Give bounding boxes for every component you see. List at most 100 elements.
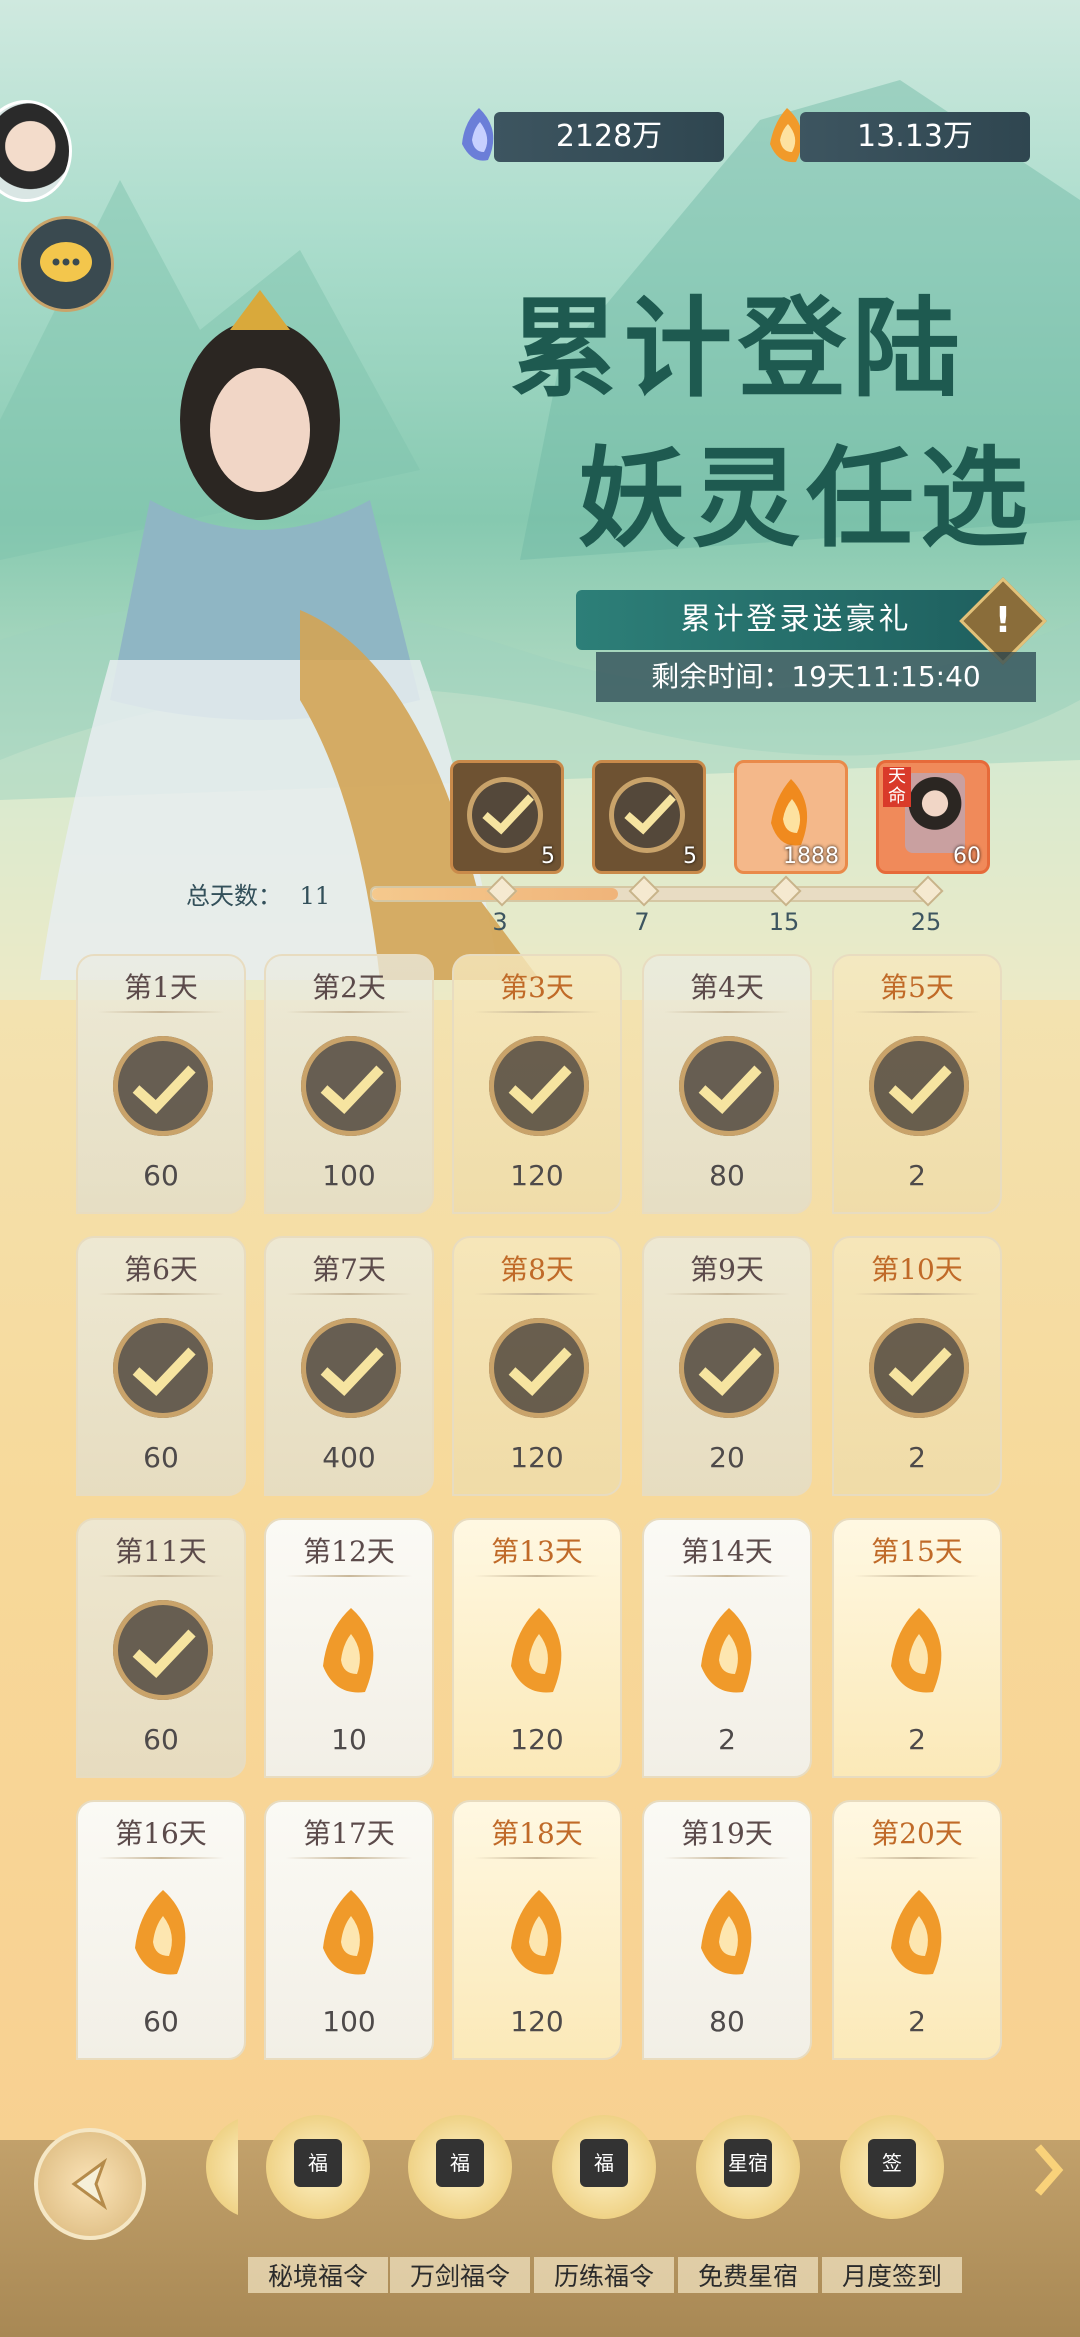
milestone-reward-1[interactable]: 5 — [450, 760, 564, 874]
day-label: 第17天 — [303, 1817, 395, 1850]
day-reward-card[interactable]: 第12天 10 — [264, 1518, 434, 1778]
day-reward-card[interactable]: 第17天 100 — [264, 1800, 434, 2060]
day-reward-card[interactable]: 第2天 100 — [264, 954, 434, 1214]
day-label: 第7天 — [312, 1253, 386, 1286]
tab-label: 万剑福令 — [390, 2257, 530, 2293]
day-reward-card[interactable]: 第1天 60 — [76, 954, 246, 1214]
day-reward-card[interactable]: 第9天 20 — [642, 1236, 812, 1496]
divider — [664, 1011, 790, 1013]
day-reward-card[interactable]: 第5天 2 — [832, 954, 1002, 1214]
tab-1[interactable]: 福秘境福令 — [248, 2095, 388, 2293]
day-label: 第10天 — [871, 1253, 963, 1286]
day-reward-card[interactable]: 第20天 2 — [832, 1800, 1002, 2060]
day-reward-card[interactable]: 第10天 2 — [832, 1236, 1002, 1496]
chat-bubble-icon — [40, 242, 92, 282]
banner-label: 累计登录送豪礼 — [680, 602, 912, 637]
reward-amount: 80 — [709, 1159, 745, 1192]
jade-amount: 2128万 — [555, 119, 663, 154]
day-reward-card[interactable]: 第4天 80 — [642, 954, 812, 1214]
checkmark-icon — [888, 1347, 952, 1396]
checkmark-icon — [320, 1065, 384, 1114]
tab-3[interactable]: 福历练福令 — [534, 2095, 674, 2293]
day-label: 第4天 — [690, 971, 764, 1004]
reward-item-icon — [511, 1890, 562, 1975]
tab-badge: 星宿 — [724, 2139, 772, 2187]
checkmark-icon — [698, 1347, 762, 1396]
day-reward-card[interactable]: 第14天 2 — [642, 1518, 812, 1778]
reward-amount: 20 — [709, 1441, 745, 1474]
milestone-count: 60 — [953, 844, 981, 869]
chevron-right-icon — [1034, 2144, 1064, 2196]
reward-amount: 2 — [908, 1441, 926, 1474]
tick-label: 7 — [634, 908, 650, 936]
checkmark-icon — [508, 1065, 572, 1114]
day-label: 第1天 — [124, 971, 198, 1004]
checkmark-icon — [132, 1347, 196, 1396]
reward-amount: 100 — [322, 2005, 376, 2038]
reward-amount: 60 — [143, 1723, 179, 1756]
day-reward-card[interactable]: 第19天 80 — [642, 1800, 812, 2060]
day-label: 第20天 — [871, 1817, 963, 1850]
divider — [98, 1857, 224, 1859]
divider — [98, 1011, 224, 1013]
tab-4[interactable]: 星宿 免费星宿 — [678, 2095, 818, 2293]
divider — [98, 1293, 224, 1295]
tab-badge: 福 — [580, 2139, 628, 2187]
checkmark-icon — [320, 1347, 384, 1396]
flame-currency-icon — [771, 779, 808, 846]
checkmark-icon — [508, 1347, 572, 1396]
timer-value: 19天11:15:40 — [791, 660, 981, 693]
checkmark-icon — [888, 1065, 952, 1114]
milestone-count: 5 — [541, 844, 555, 869]
day-reward-card[interactable]: 第11天 60 — [76, 1518, 246, 1778]
tab-0[interactable]: 令 — [198, 2095, 238, 2255]
day-label: 第13天 — [491, 1535, 583, 1568]
reward-item-icon — [511, 1608, 562, 1693]
day-reward-card[interactable]: 第8天 120 — [452, 1236, 622, 1496]
reward-amount: 120 — [510, 1159, 564, 1192]
reward-amount: 60 — [143, 1159, 179, 1192]
milestone-reward-2[interactable]: 5 — [592, 760, 706, 874]
day-label: 第18天 — [491, 1817, 583, 1850]
flame-currency-display: 13.13万 — [800, 112, 1030, 162]
day-reward-card[interactable]: 第7天 400 — [264, 1236, 434, 1496]
reward-amount: 2 — [908, 1723, 926, 1756]
day-reward-card[interactable]: 第18天 120 — [452, 1800, 622, 2060]
milestone-reward-3[interactable]: 1888 — [734, 760, 848, 874]
day-reward-card[interactable]: 第6天 60 — [76, 1236, 246, 1496]
day-label: 第16天 — [115, 1817, 207, 1850]
tab-5[interactable]: 签月度签到 — [822, 2095, 962, 2293]
reward-item-icon — [323, 1608, 374, 1693]
reward-item-icon — [135, 1890, 186, 1975]
day-label: 第3天 — [500, 971, 574, 1004]
reward-item-icon — [701, 1608, 752, 1693]
reward-amount: 10 — [331, 1723, 367, 1756]
reward-item-icon — [891, 1608, 942, 1693]
timer-label: 剩余时间： — [651, 660, 792, 693]
divider — [664, 1857, 790, 1859]
tab-2[interactable]: 福万剑福令 — [390, 2095, 530, 2293]
day-reward-card[interactable]: 第16天 60 — [76, 1800, 246, 2060]
day-label: 第9天 — [690, 1253, 764, 1286]
day-reward-card[interactable]: 第15天 2 — [832, 1518, 1002, 1778]
reward-item-icon — [701, 1890, 752, 1975]
tick-label: 15 — [768, 908, 800, 936]
remaining-time: 剩余时间：19天11:15:40 — [596, 652, 1036, 702]
reward-amount: 80 — [709, 2005, 745, 2038]
checkmark-icon — [132, 1065, 196, 1114]
day-label: 第6天 — [124, 1253, 198, 1286]
scroll-right-arrow[interactable] — [1028, 2135, 1068, 2205]
reward-item-icon — [891, 1890, 942, 1975]
chat-button[interactable] — [18, 216, 114, 312]
reward-amount: 400 — [322, 1441, 376, 1474]
reward-amount: 60 — [143, 1441, 179, 1474]
day-reward-card[interactable]: 第3天 120 — [452, 954, 622, 1214]
divider — [474, 1575, 600, 1577]
back-button[interactable] — [34, 2128, 146, 2240]
milestone-reward-4[interactable]: 天命 60 — [876, 760, 990, 874]
reward-amount: 2 — [908, 1159, 926, 1192]
total-days-text: 总天数： — [186, 882, 282, 910]
day-reward-card[interactable]: 第13天 120 — [452, 1518, 622, 1778]
tab-icon — [206, 2115, 238, 2219]
tab-label: 秘境福令 — [248, 2257, 388, 2293]
